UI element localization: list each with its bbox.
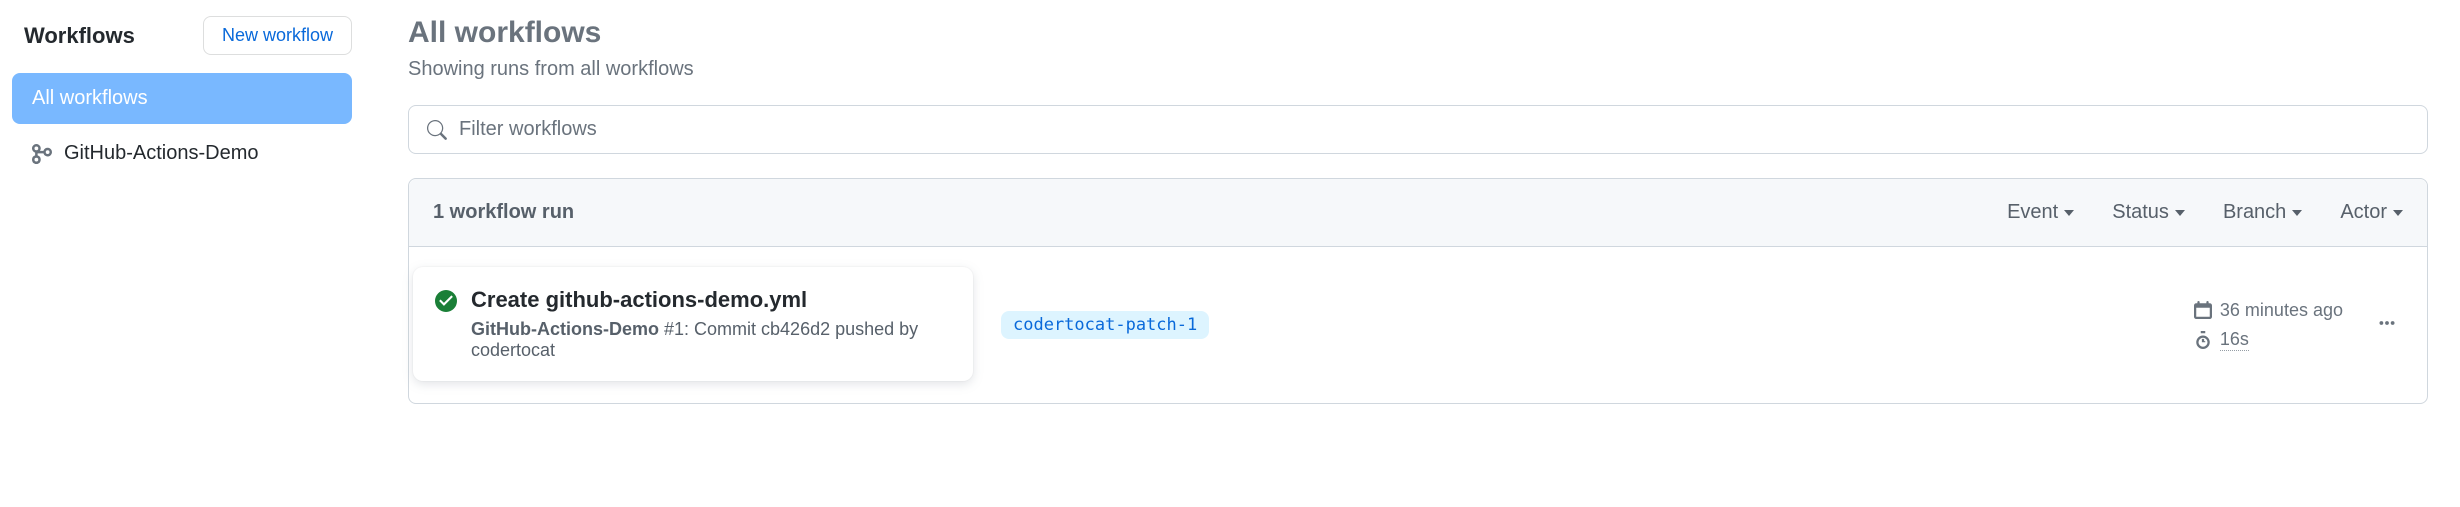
filter-controls: Event Status Branch Actor — [2007, 201, 2403, 224]
sidebar: Workflows New workflow All workflows Git… — [12, 16, 368, 491]
new-workflow-button[interactable]: New workflow — [203, 16, 352, 55]
run-meta: 36 minutes ago 16s — [2194, 300, 2343, 351]
run-main-card[interactable]: Create github-actions-demo.yml GitHub-Ac… — [413, 267, 973, 381]
runs-container: 1 workflow run Event Status Branch Actor — [408, 178, 2428, 404]
sidebar-item-label: GitHub-Actions-Demo — [64, 142, 259, 165]
sidebar-item-all-workflows[interactable]: All workflows — [12, 73, 352, 124]
run-subtitle: GitHub-Actions-Demo #1: Commit cb426d2 p… — [471, 319, 933, 361]
search-icon — [427, 120, 447, 140]
sidebar-nav: All workflows GitHub-Actions-Demo — [12, 73, 352, 179]
check-circle-icon — [435, 290, 457, 317]
run-workflow-name: GitHub-Actions-Demo — [471, 319, 659, 339]
run-duration-text: 16s — [2220, 329, 2249, 351]
page-title: All workflows — [408, 16, 2428, 50]
caret-down-icon — [2393, 210, 2403, 216]
kebab-icon — [2377, 313, 2397, 333]
filter-input[interactable] — [459, 118, 2409, 141]
run-title: Create github-actions-demo.yml — [471, 287, 933, 313]
sidebar-title: Workflows — [24, 23, 135, 49]
filter-container[interactable] — [408, 105, 2428, 154]
stopwatch-icon — [2194, 331, 2212, 349]
filter-branch[interactable]: Branch — [2223, 201, 2302, 224]
main-content: All workflows Showing runs from all work… — [368, 16, 2448, 491]
run-duration: 16s — [2194, 329, 2343, 351]
run-time: 36 minutes ago — [2194, 300, 2343, 321]
calendar-icon — [2194, 301, 2212, 319]
run-row[interactable]: Create github-actions-demo.yml GitHub-Ac… — [409, 246, 2427, 403]
sidebar-item-label: All workflows — [32, 87, 148, 110]
runs-header: 1 workflow run Event Status Branch Actor — [409, 179, 2427, 246]
runs-count: 1 workflow run — [433, 201, 2007, 224]
run-text: Create github-actions-demo.yml GitHub-Ac… — [471, 287, 933, 361]
caret-down-icon — [2064, 210, 2074, 216]
filter-actor[interactable]: Actor — [2340, 201, 2403, 224]
run-number: #1 — [659, 319, 684, 339]
workflow-icon — [32, 144, 52, 164]
branch-badge[interactable]: codertocat-patch-1 — [1001, 311, 1209, 339]
filter-status-label: Status — [2112, 201, 2169, 224]
filter-branch-label: Branch — [2223, 201, 2286, 224]
filter-event[interactable]: Event — [2007, 201, 2074, 224]
sidebar-item-github-actions-demo[interactable]: GitHub-Actions-Demo — [12, 128, 352, 179]
kebab-menu[interactable] — [2371, 307, 2403, 344]
page-subtitle: Showing runs from all workflows — [408, 58, 2428, 81]
run-time-text: 36 minutes ago — [2220, 300, 2343, 321]
sidebar-header: Workflows New workflow — [12, 16, 352, 55]
caret-down-icon — [2292, 210, 2302, 216]
caret-down-icon — [2175, 210, 2185, 216]
filter-event-label: Event — [2007, 201, 2058, 224]
filter-status[interactable]: Status — [2112, 201, 2185, 224]
filter-actor-label: Actor — [2340, 201, 2387, 224]
